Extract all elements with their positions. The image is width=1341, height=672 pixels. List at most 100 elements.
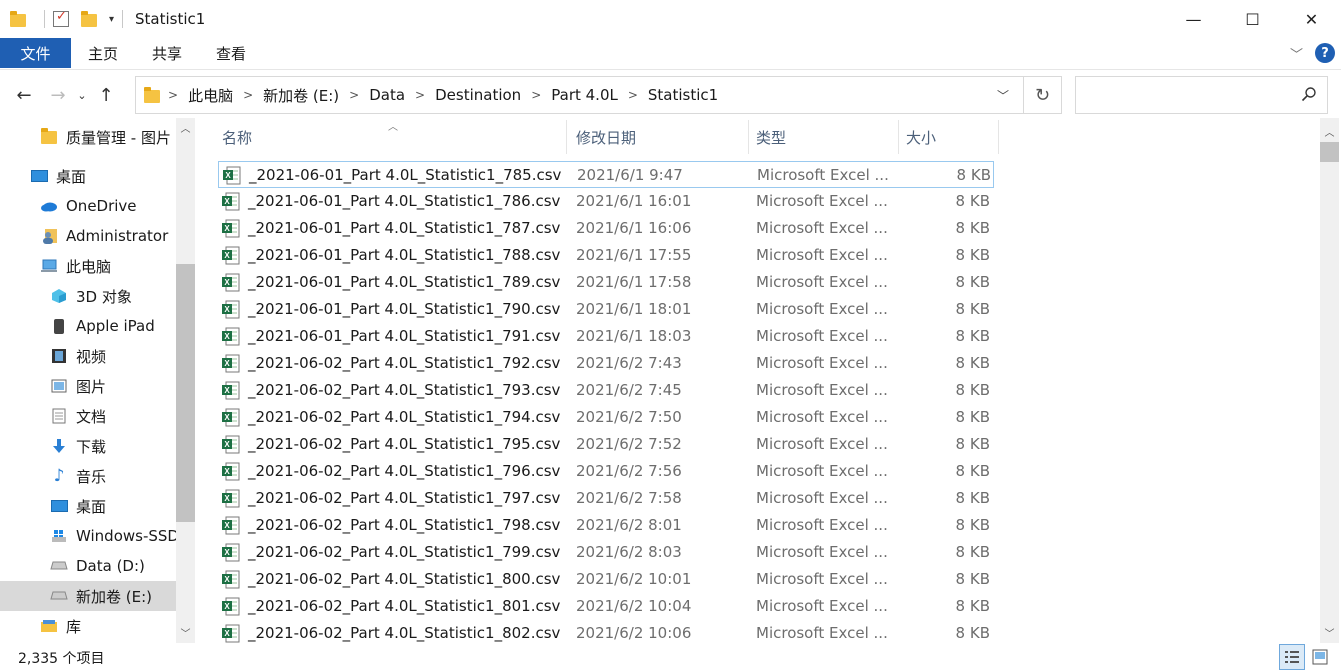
- sidebar-item-videos[interactable]: 视频: [0, 341, 176, 371]
- file-row[interactable]: X _2021-06-02_Part 4.0L_Statistic1_796.cs…: [218, 458, 994, 485]
- back-button[interactable]: ←: [10, 80, 38, 110]
- column-divider[interactable]: [566, 120, 567, 154]
- sidebar-item-desktop[interactable]: 桌面: [0, 161, 176, 191]
- column-divider[interactable]: [748, 120, 749, 154]
- sidebar-item-pictures[interactable]: 图片: [0, 371, 176, 401]
- file-row[interactable]: X _2021-06-02_Part 4.0L_Statistic1_799.cs…: [218, 539, 994, 566]
- recent-locations-button[interactable]: ⌄: [72, 80, 92, 110]
- file-row[interactable]: X _2021-06-02_Part 4.0L_Statistic1_797.cs…: [218, 485, 994, 512]
- maximize-button[interactable]: ☐: [1223, 0, 1282, 38]
- file-row[interactable]: X _2021-06-01_Part 4.0L_Statistic1_789.cs…: [218, 269, 994, 296]
- tab-view[interactable]: 查看: [199, 38, 263, 68]
- sidebar-item-label: 质量管理 - 图片 -: [66, 128, 176, 147]
- sidebar-scrollbar-thumb[interactable]: [176, 264, 195, 522]
- column-header-date[interactable]: 修改日期: [576, 118, 636, 156]
- breadcrumb-item[interactable]: Part 4.0L: [551, 86, 618, 104]
- customize-toolbar-icon[interactable]: ▾: [109, 14, 114, 25]
- excel-csv-icon: X: [222, 246, 240, 265]
- column-header-name[interactable]: 名称: [222, 118, 252, 156]
- chevron-right-icon[interactable]: >: [168, 88, 178, 102]
- search-input[interactable]: [1075, 76, 1328, 114]
- scroll-down-icon[interactable]: ﹀: [1320, 623, 1339, 641]
- large-icons-view-button[interactable]: [1307, 644, 1333, 670]
- help-icon[interactable]: ?: [1315, 43, 1335, 63]
- column-divider[interactable]: [898, 120, 899, 154]
- tab-home[interactable]: 主页: [71, 38, 135, 68]
- file-row[interactable]: X _2021-06-01_Part 4.0L_Statistic1_787.cs…: [218, 215, 994, 242]
- file-name: _2021-06-01_Part 4.0L_Statistic1_790.csv: [248, 300, 561, 318]
- file-list-scrollbar-thumb[interactable]: [1320, 142, 1339, 162]
- address-bar[interactable]: > 此电脑 > 新加卷 (E:) > Data > Destination > …: [135, 76, 1062, 114]
- minimize-button[interactable]: —: [1164, 0, 1223, 38]
- sidebar-item-quality-folder[interactable]: 质量管理 - 图片 -: [0, 122, 176, 152]
- file-row[interactable]: X _2021-06-02_Part 4.0L_Statistic1_801.cs…: [218, 593, 994, 620]
- file-name: _2021-06-02_Part 4.0L_Statistic1_796.csv: [248, 462, 561, 480]
- chevron-right-icon[interactable]: >: [415, 88, 425, 102]
- column-divider[interactable]: [998, 120, 999, 154]
- file-row[interactable]: X _2021-06-01_Part 4.0L_Statistic1_791.cs…: [218, 323, 994, 350]
- windows-drive-icon: [50, 528, 68, 544]
- file-name: _2021-06-02_Part 4.0L_Statistic1_802.csv: [248, 624, 561, 642]
- new-folder-icon[interactable]: [81, 11, 97, 27]
- file-name: _2021-06-01_Part 4.0L_Statistic1_785.csv: [249, 166, 562, 184]
- file-row[interactable]: X _2021-06-02_Part 4.0L_Statistic1_795.cs…: [218, 431, 994, 458]
- sidebar-item-windows-ssd[interactable]: Windows-SSD: [0, 521, 176, 551]
- sidebar-item-documents[interactable]: 文档: [0, 401, 176, 431]
- sidebar-item-3d-objects[interactable]: 3D 对象: [0, 281, 176, 311]
- chevron-right-icon[interactable]: >: [628, 88, 638, 102]
- sidebar-item-onedrive[interactable]: OneDrive: [0, 191, 176, 221]
- file-size: 8 KB: [955, 570, 990, 588]
- forward-button[interactable]: →: [44, 80, 72, 110]
- column-header-type[interactable]: 类型: [756, 118, 786, 156]
- details-view-button[interactable]: [1279, 644, 1305, 670]
- file-row[interactable]: X _2021-06-01_Part 4.0L_Statistic1_786.cs…: [218, 188, 994, 215]
- file-type: Microsoft Excel ...: [756, 219, 888, 237]
- up-button[interactable]: ↑: [92, 80, 120, 110]
- file-row[interactable]: X _2021-06-02_Part 4.0L_Statistic1_800.cs…: [218, 566, 994, 593]
- file-name: _2021-06-02_Part 4.0L_Statistic1_795.csv: [248, 435, 561, 453]
- breadcrumb-item[interactable]: 新加卷 (E:): [263, 85, 339, 106]
- file-type: Microsoft Excel ...: [756, 489, 888, 507]
- chevron-right-icon[interactable]: >: [349, 88, 359, 102]
- file-row[interactable]: X _2021-06-01_Part 4.0L_Statistic1_785.cs…: [218, 161, 994, 188]
- file-row[interactable]: X _2021-06-01_Part 4.0L_Statistic1_790.cs…: [218, 296, 994, 323]
- excel-csv-icon: X: [222, 192, 240, 211]
- breadcrumb-item[interactable]: 此电脑: [188, 85, 233, 106]
- scroll-up-icon[interactable]: ︿: [176, 118, 195, 136]
- sidebar-item-data-d[interactable]: Data (D:): [0, 551, 176, 581]
- column-header-size[interactable]: 大小: [906, 118, 936, 156]
- expand-ribbon-icon[interactable]: ﹀: [1290, 44, 1303, 63]
- excel-csv-icon: X: [222, 300, 240, 319]
- sidebar-item-new-volume-e[interactable]: 新加卷 (E:): [0, 581, 176, 611]
- file-row[interactable]: X _2021-06-02_Part 4.0L_Statistic1_802.cs…: [218, 620, 994, 643]
- chevron-right-icon[interactable]: >: [531, 88, 541, 102]
- file-row[interactable]: X _2021-06-02_Part 4.0L_Statistic1_798.cs…: [218, 512, 994, 539]
- tab-share[interactable]: 共享: [135, 38, 199, 68]
- close-button[interactable]: ✕: [1282, 0, 1341, 38]
- sidebar-item-label: 桌面: [76, 497, 107, 516]
- sidebar-item-administrator[interactable]: Administrator: [0, 221, 176, 251]
- properties-icon[interactable]: [53, 9, 69, 27]
- sidebar-item-apple-ipad[interactable]: Apple iPad: [0, 311, 176, 341]
- tab-file[interactable]: 文件: [0, 38, 71, 68]
- chevron-right-icon[interactable]: >: [243, 88, 253, 102]
- sidebar-item-desktop-2[interactable]: 桌面: [0, 491, 176, 521]
- sidebar-item-libraries[interactable]: 库: [0, 611, 176, 641]
- sidebar-item-downloads[interactable]: 下载: [0, 431, 176, 461]
- file-row[interactable]: X _2021-06-02_Part 4.0L_Statistic1_792.cs…: [218, 350, 994, 377]
- refresh-button[interactable]: ↻: [1023, 77, 1061, 113]
- file-type: Microsoft Excel ...: [756, 246, 888, 264]
- file-list-scrollbar[interactable]: [1320, 118, 1339, 643]
- sidebar-item-music[interactable]: ♪ 音乐: [0, 461, 176, 491]
- scroll-up-icon[interactable]: ︿: [1320, 122, 1339, 140]
- file-row[interactable]: X _2021-06-01_Part 4.0L_Statistic1_788.cs…: [218, 242, 994, 269]
- address-history-dropdown[interactable]: ﹀: [985, 77, 1021, 113]
- breadcrumb-item[interactable]: Destination: [435, 86, 521, 104]
- breadcrumb-item[interactable]: Data: [369, 86, 405, 104]
- file-row[interactable]: X _2021-06-02_Part 4.0L_Statistic1_793.cs…: [218, 377, 994, 404]
- breadcrumb-item[interactable]: Statistic1: [648, 86, 718, 104]
- file-name: _2021-06-02_Part 4.0L_Statistic1_799.csv: [248, 543, 561, 561]
- sidebar-item-this-pc[interactable]: 此电脑: [0, 251, 176, 281]
- scroll-down-icon[interactable]: ﹀: [176, 623, 195, 641]
- file-row[interactable]: X _2021-06-02_Part 4.0L_Statistic1_794.cs…: [218, 404, 994, 431]
